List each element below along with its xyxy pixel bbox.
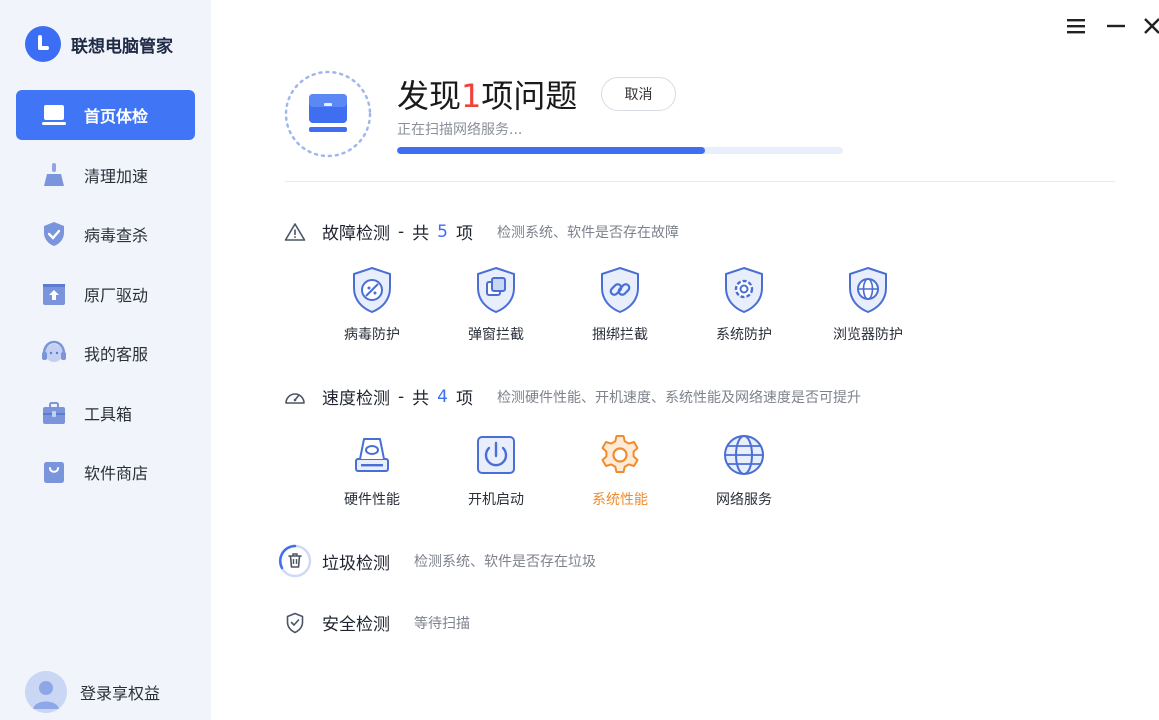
section-security-detection: 安全检测 等待扫描 — [284, 610, 470, 635]
minimize-icon[interactable] — [1104, 14, 1128, 38]
sidebar-item-virus-scan[interactable]: 病毒查杀 — [16, 209, 195, 259]
app-title: 联想电脑管家 — [71, 36, 173, 57]
check-item-label: 开机启动 — [468, 492, 524, 508]
scan-progress-bar — [397, 147, 843, 154]
section-speed-detection: 速度检测 - 共 4 项 检测硬件性能、开机速度、系统性能及网络速度是否可提升 — [284, 384, 861, 409]
check-item-bundle-block[interactable]: 捆绑拦截 — [580, 266, 704, 344]
check-item-label: 网络服务 — [716, 492, 772, 508]
sidebar-item-label: 原厂驱动 — [84, 285, 149, 305]
sidebar-item-label: 病毒查杀 — [84, 226, 149, 245]
shield-check-icon — [41, 221, 67, 247]
gear-icon — [580, 431, 660, 479]
avatar[interactable] — [25, 671, 67, 713]
lenovo-logo-icon — [25, 26, 61, 62]
warning-icon — [284, 221, 306, 243]
section-description: 等待扫描 — [414, 615, 470, 632]
section-unit: 项 — [455, 389, 473, 409]
check-item-system-performance[interactable]: 系统性能 — [580, 431, 704, 509]
check-item-label: 系统性能 — [592, 492, 648, 508]
login-entry[interactable]: 登录享权益 — [25, 671, 160, 713]
section-separator: - — [398, 386, 405, 407]
section-description: 检测系统、软件是否存在垃圾 — [414, 554, 596, 570]
scan-animation-icon — [284, 70, 372, 158]
section-name: 速度检测 — [322, 389, 390, 409]
section-count: 5 — [437, 221, 448, 242]
section-unit: 项 — [455, 224, 473, 244]
check-item-system-protection[interactable]: 系统防护 — [704, 266, 828, 344]
issue-count: 1 — [461, 77, 482, 115]
gear-shield-icon — [704, 266, 784, 314]
upload-box-icon — [41, 281, 67, 307]
sidebar-item-label: 工具箱 — [84, 404, 133, 424]
check-item-label: 浏览器防护 — [833, 327, 903, 343]
title-prefix: 发现 — [397, 77, 462, 115]
section-description: 检测系统、软件是否存在故障 — [496, 224, 679, 241]
check-item-virus-protection[interactable]: 病毒防护 — [332, 266, 456, 344]
section-total-prefix: 共 — [412, 224, 430, 244]
menu-icon[interactable] — [1064, 14, 1088, 38]
scan-status: 正在扫描网络服务... — [397, 122, 523, 138]
close-icon[interactable] — [1140, 14, 1159, 38]
check-item-hardware-performance[interactable]: 硬件性能 — [332, 431, 456, 509]
hardware-icon — [332, 431, 412, 479]
check-item-label: 硬件性能 — [344, 492, 400, 508]
page-title: 发现1项问题 — [397, 71, 577, 117]
fault-items: 病毒防护 弹窗拦截 捆绑拦截 系统防护 浏览器防护 — [332, 266, 952, 344]
sidebar: 联想电脑管家 首页体检 清理加速 病毒查杀 原厂驱动 我的客服 工具箱 软件商店… — [0, 0, 211, 720]
sidebar-item-label: 软件商店 — [84, 464, 149, 483]
check-item-label: 系统防护 — [716, 327, 772, 343]
login-label: 登录享权益 — [80, 684, 161, 703]
headset-icon — [41, 340, 67, 366]
sidebar-item-home-checkup[interactable]: 首页体检 — [16, 90, 195, 140]
section-name: 安全检测 — [322, 615, 390, 635]
section-junk-detection: 垃圾检测 检测系统、软件是否存在垃圾 — [278, 544, 596, 578]
section-count: 4 — [437, 386, 448, 407]
sidebar-nav: 首页体检 清理加速 病毒查杀 原厂驱动 我的客服 工具箱 软件商店 — [16, 90, 195, 507]
shopping-bag-icon — [41, 459, 67, 485]
link-shield-icon — [580, 266, 660, 314]
globe-icon — [704, 431, 784, 479]
check-item-boot-startup[interactable]: 开机启动 — [456, 431, 580, 509]
divider — [285, 181, 1115, 182]
sidebar-item-label: 首页体检 — [84, 107, 149, 126]
toolbox-icon — [41, 400, 67, 426]
scan-progress-fill — [397, 147, 705, 154]
laptop-icon — [41, 102, 67, 128]
sidebar-item-software-store[interactable]: 软件商店 — [16, 447, 195, 497]
cancel-button[interactable]: 取消 — [601, 77, 676, 111]
check-item-popup-block[interactable]: 弹窗拦截 — [456, 266, 580, 344]
sidebar-item-toolbox[interactable]: 工具箱 — [16, 388, 195, 438]
sidebar-item-label: 清理加速 — [84, 166, 149, 186]
broom-icon — [41, 162, 67, 188]
sidebar-item-support[interactable]: 我的客服 — [16, 328, 195, 378]
section-name: 垃圾检测 — [322, 553, 390, 574]
check-item-browser-protection[interactable]: 浏览器防护 — [828, 266, 952, 344]
sidebar-item-label: 我的客服 — [84, 345, 149, 364]
speed-items: 硬件性能 开机启动 系统性能 网络服务 — [332, 431, 828, 509]
check-item-label: 捆绑拦截 — [592, 327, 648, 343]
virus-shield-icon — [332, 266, 412, 314]
section-name: 故障检测 — [322, 224, 390, 244]
globe-shield-icon — [828, 266, 908, 314]
power-icon — [456, 431, 536, 479]
title-suffix: 项问题 — [481, 77, 578, 115]
section-fault-detection: 故障检测 - 共 5 项 检测系统、软件是否存在故障 — [284, 219, 679, 244]
check-item-network-service[interactable]: 网络服务 — [704, 431, 828, 509]
check-item-label: 病毒防护 — [344, 327, 400, 343]
sidebar-item-cleanup[interactable]: 清理加速 — [16, 150, 195, 200]
trash-icon — [278, 544, 312, 578]
check-item-label: 弹窗拦截 — [468, 327, 524, 343]
brand: 联想电脑管家 — [25, 26, 173, 62]
section-description: 检测硬件性能、开机速度、系统性能及网络速度是否可提升 — [496, 389, 861, 406]
section-total-prefix: 共 — [412, 389, 430, 409]
popup-shield-icon — [456, 266, 536, 314]
speedometer-icon — [284, 386, 306, 408]
shield-check-icon — [284, 612, 306, 634]
sidebar-item-drivers[interactable]: 原厂驱动 — [16, 269, 195, 319]
section-separator: - — [398, 221, 405, 242]
